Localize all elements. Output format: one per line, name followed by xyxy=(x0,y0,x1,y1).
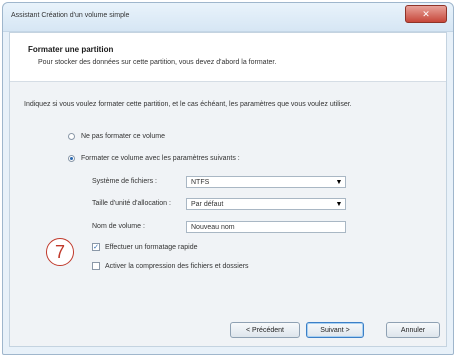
volume-label: Nom de volume : xyxy=(92,223,145,230)
chevron-down-icon: ▼ xyxy=(335,200,343,208)
wizard-header: Formater une partition Pour stocker des … xyxy=(10,33,446,82)
alloc-value: Par défaut xyxy=(191,200,224,208)
alloc-select[interactable]: Par défaut ▼ xyxy=(186,198,346,210)
quick-format-row[interactable]: ✓ Effectuer un formatage rapide xyxy=(92,243,197,251)
window-title: Assistant Création d'un volume simple xyxy=(11,12,130,19)
radio-format-label: Formater ce volume avec les paramètres s… xyxy=(81,155,240,162)
page-subtitle: Pour stocker des données sur cette parti… xyxy=(38,59,277,66)
radio-no-format[interactable] xyxy=(68,133,75,140)
filesystem-select[interactable]: NTFS ▼ xyxy=(186,176,346,188)
radio-format-row[interactable]: Formater ce volume avec les paramètres s… xyxy=(68,155,240,162)
close-button[interactable]: ✕ xyxy=(405,5,447,23)
intro-text: Indiquez si vous voulez formater cette p… xyxy=(24,101,352,108)
alloc-label: Taille d'unité d'allocation : xyxy=(92,200,171,207)
page-title: Formater une partition xyxy=(28,45,114,54)
compression-row[interactable]: Activer la compression des fichiers et d… xyxy=(92,262,249,270)
chevron-down-icon: ▼ xyxy=(335,178,343,186)
compression-label: Activer la compression des fichiers et d… xyxy=(105,262,249,270)
radio-format[interactable] xyxy=(68,155,75,162)
radio-no-format-label: Ne pas formater ce volume xyxy=(81,133,166,140)
back-button[interactable]: < Précédent xyxy=(230,322,300,338)
cancel-button[interactable]: Annuler xyxy=(386,322,440,338)
filesystem-value: NTFS xyxy=(191,178,210,186)
next-button[interactable]: Suivant > xyxy=(306,322,364,338)
compression-checkbox[interactable] xyxy=(92,262,100,270)
quick-format-label: Effectuer un formatage rapide xyxy=(105,243,198,251)
quick-format-checkbox[interactable]: ✓ xyxy=(92,243,100,251)
step-number-callout: 7 xyxy=(46,238,74,266)
wizard-content: Formater une partition Pour stocker des … xyxy=(9,32,447,347)
close-icon: ✕ xyxy=(422,8,430,19)
wizard-window: Assistant Création d'un volume simple ✕ … xyxy=(2,2,454,355)
wizard-body: Indiquez si vous voulez formater cette p… xyxy=(10,82,446,346)
radio-no-format-row[interactable]: Ne pas formater ce volume xyxy=(68,133,165,140)
title-bar[interactable]: Assistant Création d'un volume simple ✕ xyxy=(3,3,453,32)
volume-name-input[interactable]: Nouveau nom xyxy=(186,221,346,233)
filesystem-label: Système de fichiers : xyxy=(92,178,157,185)
